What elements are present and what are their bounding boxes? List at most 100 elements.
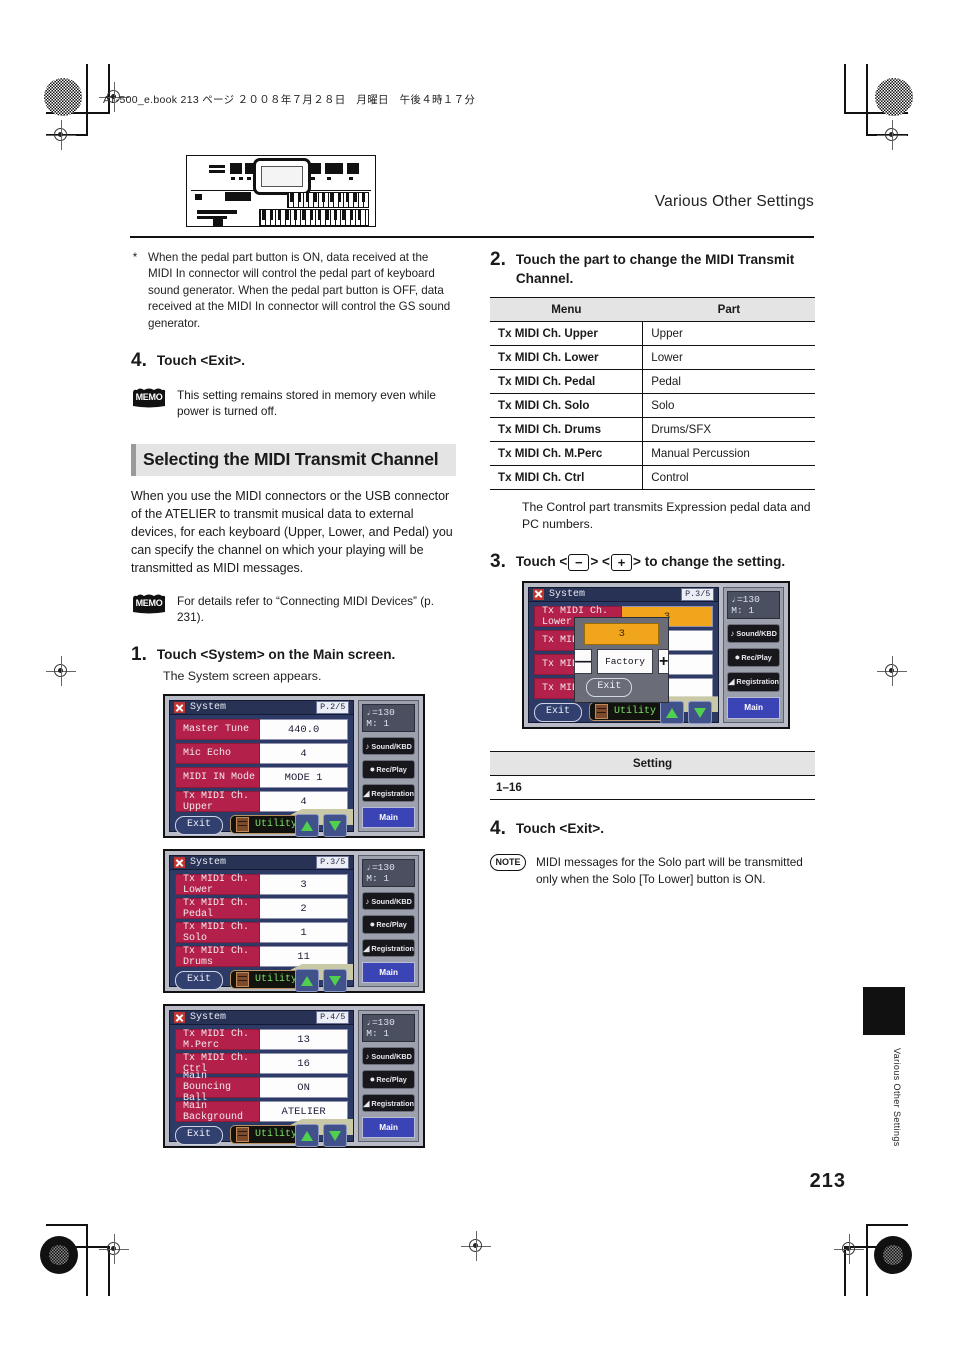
side-button-main[interactable]: Main xyxy=(362,962,415,984)
lcd-row-value[interactable]: 4 xyxy=(259,791,349,813)
arrow-down-icon[interactable] xyxy=(323,969,348,993)
close-icon[interactable] xyxy=(174,702,185,714)
popup-factory-button[interactable]: Factory xyxy=(597,649,654,675)
lcd-row-value[interactable]: 1 xyxy=(259,922,349,944)
lcd-page-badge: P.3/5 xyxy=(681,587,715,601)
side-button-registration[interactable]: ◢ Registration xyxy=(362,1093,415,1113)
side-button-rec-play[interactable]: ⏺ Rec/Play xyxy=(362,760,415,779)
step-1-text: Touch <System> on the Main screen. xyxy=(156,646,396,662)
table-cell-setting-range: 1–16 xyxy=(490,775,815,800)
arrow-up-icon[interactable] xyxy=(295,1124,320,1148)
lcd-screenshot-edit-dialog[interactable]: System P.3/5 Tx MIDI Ch. Lower 3 Tx MIDI… xyxy=(522,580,790,729)
lcd-row-value[interactable]: ATELIER xyxy=(259,1101,349,1123)
side-button-rec-play[interactable]: ⏺ Rec/Play xyxy=(362,1070,415,1089)
side-button-registration[interactable]: ◢ Registration xyxy=(362,938,415,958)
arrow-up-icon[interactable] xyxy=(660,701,685,725)
registration-mark-right xyxy=(877,656,907,686)
lcd-row[interactable]: MIDI IN Mode MODE 1 xyxy=(175,767,349,789)
close-icon[interactable] xyxy=(174,1012,185,1024)
registration-mark-bottom xyxy=(461,1231,491,1261)
close-icon[interactable] xyxy=(533,588,544,600)
side-button-sound-kbd[interactable]: ♪ Sound/KBD xyxy=(362,1047,415,1066)
table-cell-menu: Tx MIDI Ch. M.Perc xyxy=(490,441,644,466)
crop-line-tl-v2 xyxy=(86,64,88,136)
lcd-exit-button[interactable]: Exit xyxy=(175,1126,224,1146)
side-button-registration[interactable]: ◢ Registration xyxy=(362,783,415,803)
note-callout: NOTE MIDI messages for the Solo part wil… xyxy=(490,854,815,887)
table-row: Tx MIDI Ch. Pedal Pedal xyxy=(490,369,815,394)
arrow-down-icon[interactable] xyxy=(323,1124,348,1148)
lcd-row-value[interactable]: 440.0 xyxy=(259,719,349,741)
side-button-registration[interactable]: ◢ Registration xyxy=(727,672,780,692)
lcd-screenshot-system-page-3[interactable]: System P.3/5 Tx MIDI Ch. Lower 3 Tx MIDI… xyxy=(163,849,425,994)
table-cell-part: Pedal xyxy=(642,369,815,394)
book-icon xyxy=(236,1127,249,1143)
step-3-prefix: Touch < xyxy=(515,554,568,569)
lcd-row[interactable]: Tx MIDI Ch. Drums 11 xyxy=(175,946,349,968)
lcd-row-value[interactable]: 3 xyxy=(259,874,349,896)
step-3-number: 3. xyxy=(490,551,506,572)
lcd-exit-button[interactable]: Exit xyxy=(175,816,224,836)
popup-plus-button[interactable]: + xyxy=(658,649,670,675)
lcd-exit-button[interactable]: Exit xyxy=(534,703,583,723)
arrow-up-icon[interactable] xyxy=(295,814,320,838)
popup-minus-button[interactable]: — xyxy=(574,649,593,675)
crop-line-bl-h2 xyxy=(46,1224,88,1226)
note-icon: ♪ xyxy=(365,1051,370,1061)
arrow-up-icon[interactable] xyxy=(295,969,320,993)
lcd-row[interactable]: Master Tune 440.0 xyxy=(175,719,349,741)
memo-icon: MEMO xyxy=(131,387,167,409)
lcd-title-text: System xyxy=(190,1012,227,1024)
lcd-row[interactable]: Tx MIDI Ch. Solo 1 xyxy=(175,922,349,944)
side-button-main[interactable]: Main xyxy=(362,1117,415,1139)
side-button-sound-kbd[interactable]: ♪ Sound/KBD xyxy=(727,623,780,643)
registration-mark-tl xyxy=(46,120,76,150)
lcd-row-value[interactable]: 4 xyxy=(259,743,349,765)
arrow-down-icon[interactable] xyxy=(323,814,348,838)
lcd-screenshot-system-page-4[interactable]: System P.4/5 Tx MIDI Ch. M.Perc 13 Tx MI… xyxy=(163,1004,425,1149)
lcd-row-value[interactable]: 13 xyxy=(259,1029,349,1051)
note-icon: ♪ xyxy=(365,896,370,906)
lcd-title-text: System xyxy=(190,857,227,869)
lcd-row[interactable]: Tx MIDI Ch. Upper 4 xyxy=(175,791,349,813)
lcd-row[interactable]: Mic Echo 4 xyxy=(175,743,349,765)
close-icon[interactable] xyxy=(174,857,185,869)
after-table-note: The Control part transmits Expression pe… xyxy=(522,500,811,531)
halftone-patch-tl xyxy=(44,78,82,116)
lcd-row-value[interactable]: 11 xyxy=(259,946,349,968)
table-row: Tx MIDI Ch. Ctrl Control xyxy=(490,465,815,490)
tempo-display: ♩=130 M: 1 xyxy=(727,590,780,619)
side-button-main[interactable]: Main xyxy=(727,696,780,719)
side-button-sound-kbd[interactable]: ♪ Sound/KBD xyxy=(362,892,415,911)
memo-callout-1: MEMO This setting remains stored in memo… xyxy=(131,387,456,420)
crop-line-tr-v xyxy=(844,64,846,114)
lcd-row-value[interactable]: 2 xyxy=(259,898,349,920)
lcd-row-value[interactable]: 16 xyxy=(259,1053,349,1075)
lcd-row-label: Tx MIDI Ch. Upper xyxy=(175,791,260,813)
speaker-icon: ⏺ xyxy=(370,764,375,774)
arrow-down-icon[interactable] xyxy=(688,701,713,725)
tempo-measure: M: 1 xyxy=(366,1028,390,1040)
lcd-row[interactable]: Main Bouncing Ball ON xyxy=(175,1071,349,1104)
popup-exit-button[interactable]: Exit xyxy=(586,678,633,697)
lcd-row[interactable]: Tx MIDI Ch. Pedal 2 xyxy=(175,898,349,920)
lcd-row[interactable]: Tx MIDI Ch. Lower 3 xyxy=(175,874,349,896)
tempo-bpm: ♩=130 xyxy=(731,593,760,605)
side-button-rec-play[interactable]: ⏺ Rec/Play xyxy=(362,915,415,934)
lcd-row[interactable]: Tx MIDI Ch. M.Perc 13 xyxy=(175,1029,349,1051)
lcd-row[interactable]: Main Background ATELIER xyxy=(175,1101,349,1123)
lcd-row-value[interactable]: ON xyxy=(259,1077,349,1099)
table-row: Tx MIDI Ch. Solo Solo xyxy=(490,393,815,418)
lcd-utility-label: Utility xyxy=(614,706,657,718)
table-header-part: Part xyxy=(642,297,815,322)
registration-icon: ◢ xyxy=(363,788,370,798)
side-button-sound-kbd[interactable]: ♪ Sound/KBD xyxy=(362,737,415,756)
lcd-row-value[interactable]: MODE 1 xyxy=(259,767,349,789)
table-header-menu: Menu xyxy=(490,297,643,322)
side-button-main[interactable]: Main xyxy=(362,807,415,829)
step-4-right-number: 4. xyxy=(490,817,506,839)
side-button-rec-play[interactable]: ⏺ Rec/Play xyxy=(727,647,780,668)
lcd-screenshot-system-page-2[interactable]: System P.2/5 Master Tune 440.0 Mic Echo … xyxy=(163,694,425,839)
lcd-exit-button[interactable]: Exit xyxy=(175,971,224,991)
value-edit-popup: 3 — Factory + Exit xyxy=(574,616,670,703)
